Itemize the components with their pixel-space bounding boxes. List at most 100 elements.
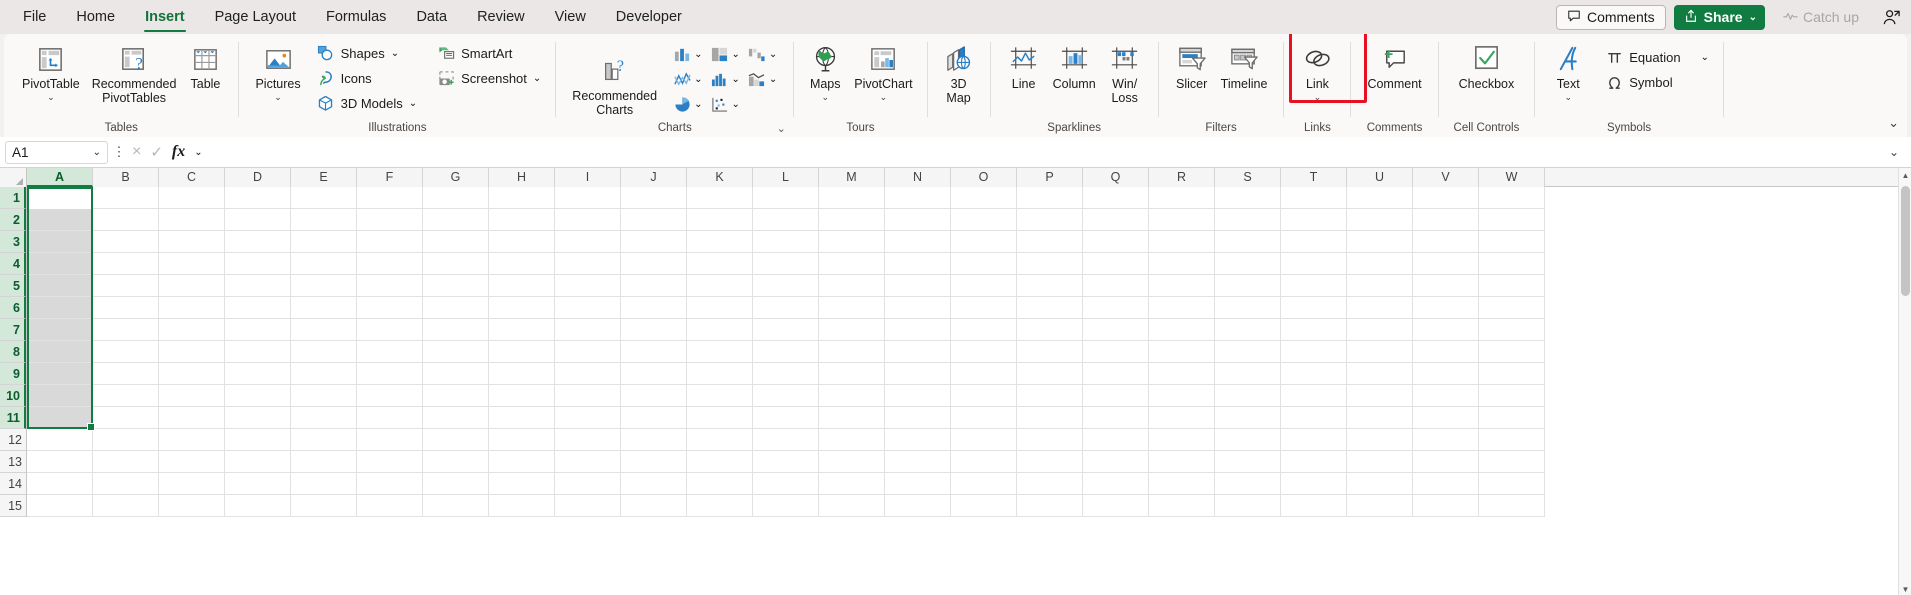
comments-button[interactable]: Comments xyxy=(1555,4,1666,30)
row-header-4[interactable]: 4 xyxy=(0,253,26,275)
cell-G14[interactable] xyxy=(423,473,489,495)
cell-H4[interactable] xyxy=(489,253,555,275)
cell-F6[interactable] xyxy=(357,297,423,319)
tab-file[interactable]: File xyxy=(8,0,61,34)
cell-H15[interactable] xyxy=(489,495,555,517)
column-header-P[interactable]: P xyxy=(1017,168,1083,187)
cell-N4[interactable] xyxy=(885,253,951,275)
cell-U14[interactable] xyxy=(1347,473,1413,495)
cell-D12[interactable] xyxy=(225,429,291,451)
cell-Q10[interactable] xyxy=(1083,385,1149,407)
cell-D3[interactable] xyxy=(225,231,291,253)
cell-R15[interactable] xyxy=(1149,495,1215,517)
cell-T2[interactable] xyxy=(1281,209,1347,231)
column-header-O[interactable]: O xyxy=(951,168,1017,187)
cell-P8[interactable] xyxy=(1017,341,1083,363)
cell-R8[interactable] xyxy=(1149,341,1215,363)
row-header-11[interactable]: 11 xyxy=(0,407,26,429)
cell-D2[interactable] xyxy=(225,209,291,231)
scroll-down-icon[interactable]: ▼ xyxy=(1899,582,1911,595)
cell-G3[interactable] xyxy=(423,231,489,253)
cell-I15[interactable] xyxy=(555,495,621,517)
ribbon-collapse-button[interactable]: ⌄ xyxy=(1888,115,1899,131)
cell-E8[interactable] xyxy=(291,341,357,363)
cell-Q15[interactable] xyxy=(1083,495,1149,517)
cell-E7[interactable] xyxy=(291,319,357,341)
sparkline-line-button[interactable]: Line xyxy=(1001,39,1047,92)
cell-K10[interactable] xyxy=(687,385,753,407)
select-all-button[interactable] xyxy=(0,168,27,187)
cell-I11[interactable] xyxy=(555,407,621,429)
cell-C1[interactable] xyxy=(159,187,225,209)
cell-S12[interactable] xyxy=(1215,429,1281,451)
cell-O15[interactable] xyxy=(951,495,1017,517)
cell-Q4[interactable] xyxy=(1083,253,1149,275)
cell-S2[interactable] xyxy=(1215,209,1281,231)
cell-H13[interactable] xyxy=(489,451,555,473)
cell-D6[interactable] xyxy=(225,297,291,319)
cell-W5[interactable] xyxy=(1479,275,1545,297)
row-header-1[interactable]: 1 xyxy=(0,187,26,209)
cell-L7[interactable] xyxy=(753,319,819,341)
expand-formula-bar-button[interactable]: ⌄ xyxy=(1882,145,1906,159)
cell-C8[interactable] xyxy=(159,341,225,363)
cell-E10[interactable] xyxy=(291,385,357,407)
row-header-7[interactable]: 7 xyxy=(0,319,26,341)
cell-N5[interactable] xyxy=(885,275,951,297)
cell-V2[interactable] xyxy=(1413,209,1479,231)
share-button[interactable]: Share ⌄ xyxy=(1673,4,1765,30)
tab-developer[interactable]: Developer xyxy=(601,0,697,34)
chevron-down-icon[interactable]: ⌄ xyxy=(194,147,202,158)
column-header-G[interactable]: G xyxy=(423,168,489,187)
cell-R13[interactable] xyxy=(1149,451,1215,473)
column-header-A[interactable]: A xyxy=(27,168,93,187)
column-header-W[interactable]: W xyxy=(1479,168,1545,187)
cell-K2[interactable] xyxy=(687,209,753,231)
cell-F7[interactable] xyxy=(357,319,423,341)
cell-D13[interactable] xyxy=(225,451,291,473)
cell-W6[interactable] xyxy=(1479,297,1545,319)
column-header-H[interactable]: H xyxy=(489,168,555,187)
tab-formulas[interactable]: Formulas xyxy=(311,0,401,34)
cell-Q3[interactable] xyxy=(1083,231,1149,253)
row-header-9[interactable]: 9 xyxy=(0,363,26,385)
cell-V11[interactable] xyxy=(1413,407,1479,429)
cell-F9[interactable] xyxy=(357,363,423,385)
cell-L11[interactable] xyxy=(753,407,819,429)
cell-B3[interactable] xyxy=(93,231,159,253)
cell-G10[interactable] xyxy=(423,385,489,407)
chevron-down-icon[interactable]: ⌄ xyxy=(409,98,417,109)
cell-B7[interactable] xyxy=(93,319,159,341)
cell-A3[interactable] xyxy=(27,231,93,253)
cell-A8[interactable] xyxy=(27,341,93,363)
cell-M15[interactable] xyxy=(819,495,885,517)
cell-G4[interactable] xyxy=(423,253,489,275)
cell-S9[interactable] xyxy=(1215,363,1281,385)
cell-T9[interactable] xyxy=(1281,363,1347,385)
cell-M2[interactable] xyxy=(819,209,885,231)
cell-N2[interactable] xyxy=(885,209,951,231)
cell-V1[interactable] xyxy=(1413,187,1479,209)
cell-P1[interactable] xyxy=(1017,187,1083,209)
name-box-options-button[interactable]: ⋮ xyxy=(108,144,130,160)
3d-map-button[interactable]: 3D Map xyxy=(936,39,982,105)
cell-V15[interactable] xyxy=(1413,495,1479,517)
cell-T6[interactable] xyxy=(1281,297,1347,319)
cell-U12[interactable] xyxy=(1347,429,1413,451)
chevron-down-icon[interactable]: ⌄ xyxy=(1701,52,1709,63)
cell-S11[interactable] xyxy=(1215,407,1281,429)
cell-Q13[interactable] xyxy=(1083,451,1149,473)
cell-D14[interactable] xyxy=(225,473,291,495)
cell-V8[interactable] xyxy=(1413,341,1479,363)
cell-T14[interactable] xyxy=(1281,473,1347,495)
cell-A15[interactable] xyxy=(27,495,93,517)
cell-E1[interactable] xyxy=(291,187,357,209)
cell-J8[interactable] xyxy=(621,341,687,363)
insert-function-icon[interactable]: fx xyxy=(172,143,185,161)
row-header-5[interactable]: 5 xyxy=(0,275,26,297)
cell-T15[interactable] xyxy=(1281,495,1347,517)
cell-M5[interactable] xyxy=(819,275,885,297)
enter-icon[interactable]: ✓ xyxy=(150,143,163,161)
cell-P13[interactable] xyxy=(1017,451,1083,473)
cell-L13[interactable] xyxy=(753,451,819,473)
